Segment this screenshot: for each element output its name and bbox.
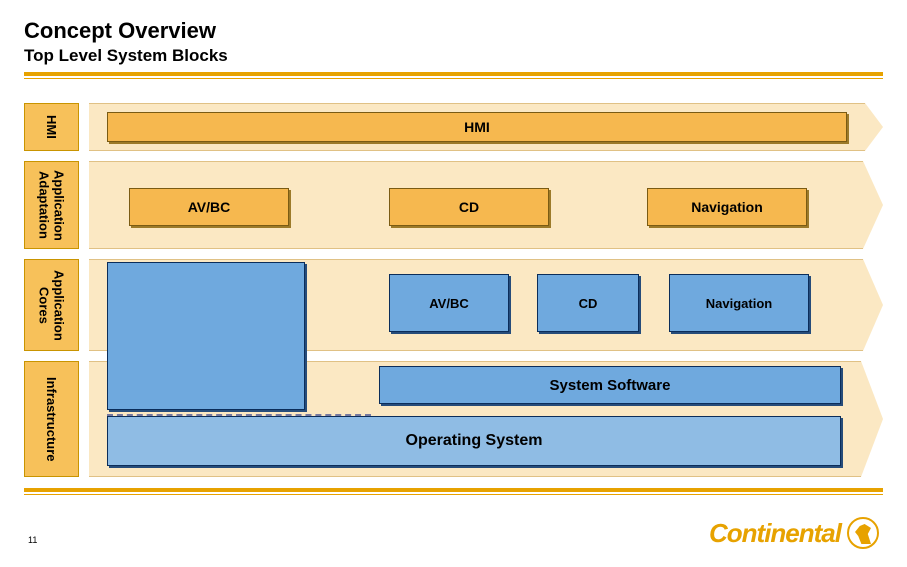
bottom-rule	[24, 488, 883, 495]
block-cd-adapt-label: CD	[459, 199, 479, 215]
block-nav-core-label: Navigation	[706, 296, 772, 311]
block-sys-sw-label: System Software	[550, 377, 671, 394]
side-label-hmi-text: HMI	[44, 115, 59, 139]
row-band-4-arrow-icon	[861, 361, 883, 477]
dashed-separator	[107, 414, 371, 416]
row-band-2-arrow-icon	[863, 161, 883, 249]
block-nav-adapt-label: Navigation	[691, 199, 763, 215]
row-band-2-body: AV/BC CD Navigation	[89, 161, 863, 249]
side-label-app-adapt: Application Adaptation	[24, 161, 79, 249]
block-sys-sw: System Software	[379, 366, 841, 404]
block-avbc-adapt-label: AV/BC	[188, 199, 231, 215]
side-label-app-adapt-text: Application Adaptation	[37, 170, 67, 241]
block-os-label: Operating System	[406, 432, 543, 450]
row-band-3-arrow-icon	[863, 259, 883, 351]
block-cd-core: CD	[537, 274, 639, 332]
page-number: 11	[28, 535, 37, 545]
side-label-app-cores: Application Cores	[24, 259, 79, 351]
block-avbc-core-label: AV/BC	[429, 296, 468, 311]
brand-logo-text: Continental	[709, 518, 841, 549]
block-avbc-adapt: AV/BC	[129, 188, 289, 226]
block-avbc-core: AV/BC	[389, 274, 509, 332]
slide-title: Concept Overview	[24, 18, 883, 44]
block-hmi-label: HMI	[464, 119, 490, 135]
row-band-1-body: HMI	[89, 103, 865, 151]
block-cd-adapt: CD	[389, 188, 549, 226]
side-label-infra-text: Infrastructure	[44, 377, 59, 462]
block-large-empty	[107, 262, 305, 410]
row-band-2: AV/BC CD Navigation	[89, 161, 883, 249]
row-band-1-arrow-icon	[865, 103, 883, 151]
top-rule	[24, 72, 883, 79]
row-band-1: HMI	[89, 103, 883, 151]
slide-subtitle: Top Level System Blocks	[24, 46, 883, 66]
brand-logo-horse-icon	[847, 517, 879, 549]
block-nav-core: Navigation	[669, 274, 809, 332]
block-os: Operating System	[107, 416, 841, 466]
diagram-area: HMI Application Adaptation Application C…	[24, 103, 866, 493]
side-label-infra: Infrastructure	[24, 361, 79, 477]
block-hmi: HMI	[107, 112, 847, 142]
brand-logo: Continental	[709, 517, 879, 549]
block-nav-adapt: Navigation	[647, 188, 807, 226]
side-label-hmi: HMI	[24, 103, 79, 151]
side-label-app-cores-text: Application Cores	[37, 270, 67, 341]
block-cd-core-label: CD	[579, 296, 598, 311]
